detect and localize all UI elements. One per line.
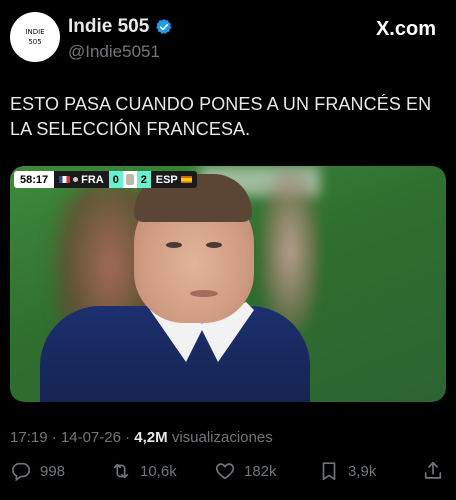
display-name[interactable]: Indie 505 <box>68 16 149 38</box>
bookmark-icon <box>322 462 336 481</box>
repost-icon <box>113 463 129 479</box>
action-bar: 998 10,6k 182k 3,9k <box>0 452 456 492</box>
tweet-text-line1: ESTO PASA CUANDO PONES A UN FRANCÉS EN <box>10 94 432 114</box>
verified-badge-icon <box>156 19 172 34</box>
handle[interactable]: @Indie5051 <box>68 42 173 62</box>
like-button[interactable]: 182k <box>214 460 277 482</box>
tweet-header: INDIE 505 Indie 505 @Indie5051 X.com <box>0 0 456 80</box>
match-time: 58:17 <box>14 171 55 188</box>
avatar-text-line1: INDIE <box>25 28 45 36</box>
competition-logo-icon <box>122 171 137 188</box>
avatar-text-line2: 505 <box>28 38 42 46</box>
reply-count: 998 <box>40 462 66 480</box>
away-team: ESP <box>150 171 197 188</box>
heart-icon <box>215 463 235 480</box>
away-team-code: ESP <box>155 173 178 186</box>
spain-flag-icon <box>180 176 192 183</box>
tweet-media-image[interactable]: 58:17 FRA 0 2 ESP <box>10 166 446 402</box>
player-eye-left <box>166 242 182 248</box>
like-count: 182k <box>244 462 277 480</box>
tweet-time[interactable]: 17:19 <box>10 429 48 446</box>
home-score: 0 <box>108 171 123 188</box>
home-team: FRA <box>54 171 109 188</box>
brand-logo: X.com <box>376 18 436 41</box>
avatar[interactable]: INDIE 505 <box>10 12 60 62</box>
share-button[interactable] <box>422 460 452 482</box>
tweet-meta: 17:19 · 14-07-26 · 4,2M visualizaciones <box>10 429 273 446</box>
away-score: 2 <box>136 171 151 188</box>
meta-separator: · <box>51 429 61 446</box>
tweet-text: ESTO PASA CUANDO PONES A UN FRANCÉS EN L… <box>10 92 440 142</box>
meta-separator: · <box>125 429 135 446</box>
tweet-text-line2: LA SELECCIÓN FRANCESA. <box>10 119 251 139</box>
brand-text: X.com <box>375 18 436 40</box>
france-flag-icon <box>59 176 71 183</box>
tweet-date[interactable]: 14-07-26 <box>61 429 121 446</box>
reply-button[interactable]: 998 <box>10 460 65 482</box>
team-dot-icon <box>73 177 79 182</box>
reply-icon <box>11 462 31 482</box>
views-label: visualizaciones <box>171 429 273 446</box>
home-team-code: FRA <box>81 173 104 186</box>
author-info: Indie 505 @Indie5051 <box>68 16 173 62</box>
player-eye-right <box>206 242 222 248</box>
repost-button[interactable]: 10,6k <box>110 460 177 482</box>
views-count: 4,2M <box>134 429 168 446</box>
repost-count: 10,6k <box>140 462 177 480</box>
share-icon <box>424 461 442 479</box>
scorebug: 58:17 FRA 0 2 ESP <box>14 171 197 188</box>
bookmark-button[interactable]: 3,9k <box>318 460 376 482</box>
bookmark-count: 3,9k <box>348 462 377 480</box>
player-mouth <box>190 290 218 297</box>
